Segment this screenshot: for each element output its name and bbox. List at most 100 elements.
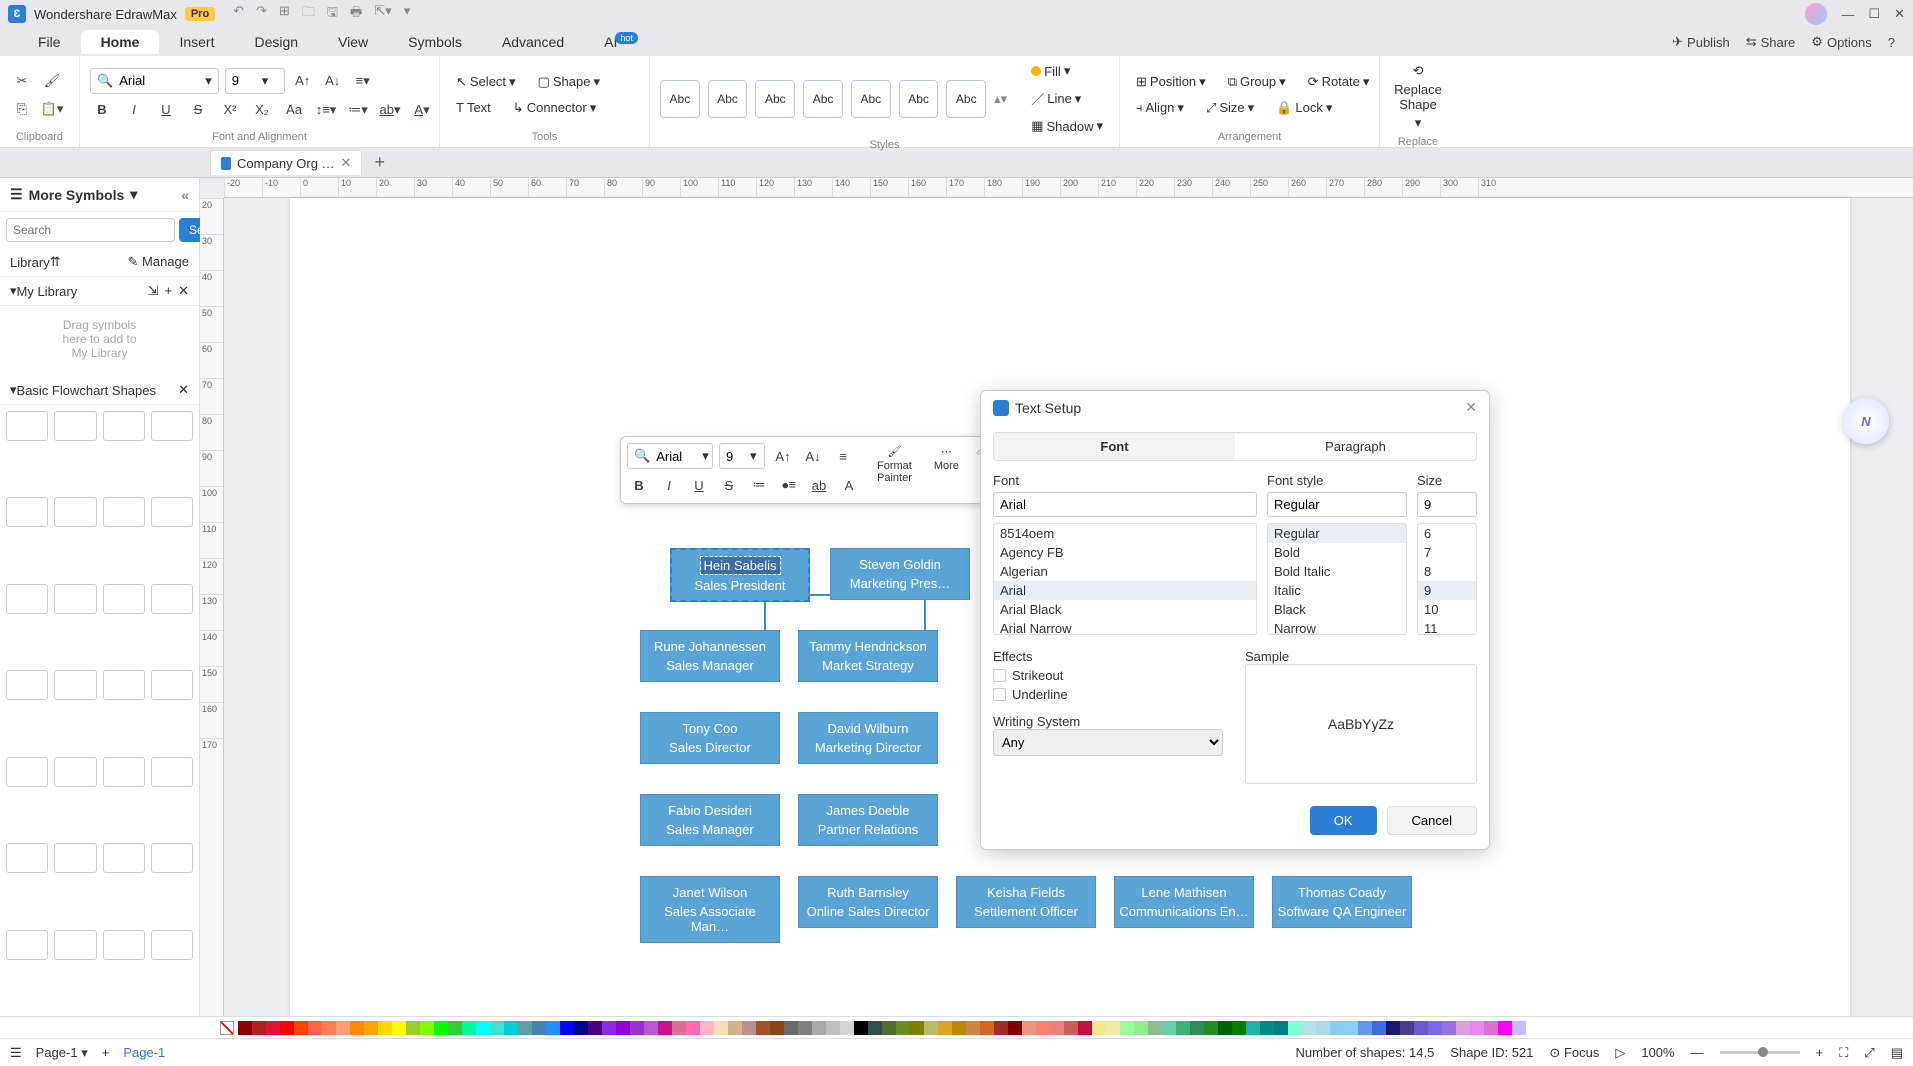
color-swatch[interactable] (938, 1021, 952, 1035)
shape-stencil[interactable] (103, 757, 145, 787)
color-swatch[interactable] (714, 1021, 728, 1035)
color-swatch[interactable] (518, 1021, 532, 1035)
org-node[interactable]: Tony CooSales Director (640, 712, 780, 764)
color-swatch[interactable] (266, 1021, 280, 1035)
color-swatch[interactable] (1316, 1021, 1330, 1035)
float-numlist-icon[interactable]: ≔ (747, 473, 771, 497)
style-preset[interactable]: Abc (946, 80, 986, 118)
shape-stencil[interactable] (6, 411, 48, 441)
color-swatch[interactable] (420, 1021, 434, 1035)
color-swatch[interactable] (826, 1021, 840, 1035)
org-node[interactable]: Rune JohannessenSales Manager (640, 630, 780, 682)
help-icon[interactable]: ? (1888, 34, 1895, 50)
color-swatch[interactable] (686, 1021, 700, 1035)
color-swatch[interactable] (1512, 1021, 1526, 1035)
color-swatch[interactable] (630, 1021, 644, 1035)
color-swatch[interactable] (490, 1021, 504, 1035)
lib-add-icon[interactable]: + (165, 283, 173, 299)
user-avatar[interactable] (1805, 3, 1827, 25)
font-input[interactable] (993, 492, 1257, 517)
shape-stencil[interactable] (151, 411, 193, 441)
color-swatch[interactable] (1134, 1021, 1148, 1035)
color-swatch[interactable] (406, 1021, 420, 1035)
menu-insert[interactable]: Insert (159, 30, 234, 54)
shape-stencil[interactable] (103, 930, 145, 960)
fontsize-input[interactable] (1417, 492, 1477, 517)
font-grow-icon[interactable]: A↑ (291, 69, 315, 93)
manage-library-button[interactable]: ✎ Manage (128, 254, 190, 270)
shape-stencil[interactable] (151, 930, 193, 960)
shape-stencil[interactable] (6, 497, 48, 527)
color-swatch[interactable] (812, 1021, 826, 1035)
font-name-select[interactable]: 🔍 ▾ (90, 68, 219, 94)
org-node[interactable]: Fabio DesideriSales Manager (640, 794, 780, 846)
format-painter-button[interactable]: 🖌Format Painter (871, 443, 918, 486)
print-icon[interactable]: 🖶 (350, 3, 362, 25)
linespacing-icon[interactable]: ↕≡▾ (314, 98, 338, 122)
close-section-icon[interactable]: ✕ (178, 382, 189, 398)
shape-stencil[interactable] (54, 497, 96, 527)
style-more-icon[interactable]: ▴▾ (994, 60, 1007, 137)
color-swatch[interactable] (1008, 1021, 1022, 1035)
color-swatch[interactable] (770, 1021, 784, 1035)
float-fontcolor-icon[interactable]: A (837, 473, 861, 497)
options-button[interactable]: ⚙ Options (1811, 34, 1871, 50)
color-swatch[interactable] (784, 1021, 798, 1035)
tab-font[interactable]: Font (994, 433, 1235, 460)
ai-fab[interactable]: N (1843, 398, 1889, 444)
lib-close-icon[interactable]: ✕ (178, 283, 189, 299)
color-swatch[interactable] (560, 1021, 574, 1035)
format-painter-icon[interactable]: 🖌 (40, 69, 64, 93)
group-button[interactable]: ⧉ Group▾ (1222, 71, 1292, 93)
style-preset[interactable]: Abc (899, 80, 939, 118)
shape-stencil[interactable] (151, 757, 193, 787)
color-swatch[interactable] (1484, 1021, 1498, 1035)
superscript-icon[interactable]: X² (218, 98, 242, 122)
shape-stencil[interactable] (6, 670, 48, 700)
case-icon[interactable]: Aa (282, 98, 306, 122)
shape-stencil[interactable] (151, 843, 193, 873)
color-swatch[interactable] (1176, 1021, 1190, 1035)
float-bullist-icon[interactable]: ⦁≡ (777, 473, 801, 497)
color-swatch[interactable] (854, 1021, 868, 1035)
style-preset[interactable]: Abc (803, 80, 843, 118)
writing-system-select[interactable]: Any (993, 729, 1223, 756)
underline-checkbox[interactable]: Underline (993, 687, 1225, 702)
italic-icon[interactable]: I (122, 98, 146, 122)
shape-stencil[interactable] (54, 584, 96, 614)
minimize-icon[interactable]: — (1841, 7, 1854, 22)
shape-stencil[interactable] (6, 757, 48, 787)
line-button[interactable]: ／ Line▾ (1025, 86, 1109, 111)
color-swatch[interactable] (1120, 1021, 1134, 1035)
lock-button[interactable]: 🔒 Lock▾ (1270, 97, 1338, 119)
select-button[interactable]: ↖ Select▾ (450, 71, 522, 93)
shape-stencil[interactable] (103, 670, 145, 700)
shape-stencil[interactable] (6, 843, 48, 873)
color-swatch[interactable] (588, 1021, 602, 1035)
export-icon[interactable]: ⇱▾ (374, 3, 391, 25)
style-preset[interactable]: Abc (660, 80, 700, 118)
bold-icon[interactable]: B (90, 98, 114, 122)
color-swatch[interactable] (602, 1021, 616, 1035)
color-swatch[interactable] (1386, 1021, 1400, 1035)
color-swatch[interactable] (616, 1021, 630, 1035)
font-shrink-icon[interactable]: A↓ (321, 69, 345, 93)
subscript-icon[interactable]: X₂ (250, 98, 274, 122)
color-swatch[interactable] (882, 1021, 896, 1035)
cancel-button[interactable]: Cancel (1387, 806, 1477, 835)
color-swatch[interactable] (980, 1021, 994, 1035)
color-swatch[interactable] (280, 1021, 294, 1035)
strikeout-checkbox[interactable]: Strikeout (993, 668, 1225, 683)
open-icon[interactable]: 🗀 (302, 3, 315, 25)
color-swatch[interactable] (392, 1021, 406, 1035)
color-swatch[interactable] (322, 1021, 336, 1035)
org-node[interactable]: Ruth BarnsleyOnline Sales Director (798, 876, 938, 928)
float-highlight-icon[interactable]: ab (807, 473, 831, 497)
color-swatch[interactable] (1246, 1021, 1260, 1035)
color-swatch[interactable] (378, 1021, 392, 1035)
fit-page-icon[interactable]: ⛶ (1839, 1045, 1848, 1061)
float-grow-icon[interactable]: A↑ (771, 444, 795, 468)
color-swatch[interactable] (1036, 1021, 1050, 1035)
menu-view[interactable]: View (318, 30, 388, 54)
tab-paragraph[interactable]: Paragraph (1235, 433, 1476, 460)
